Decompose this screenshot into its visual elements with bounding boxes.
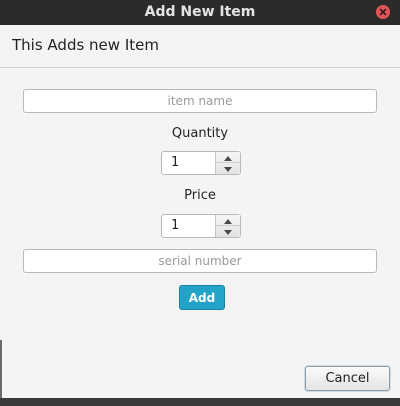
price-increment-button[interactable] xyxy=(216,215,240,226)
price-decrement-button[interactable] xyxy=(216,226,240,237)
price-input[interactable] xyxy=(162,215,216,237)
item-name-field[interactable] xyxy=(23,89,377,113)
price-spinner xyxy=(161,214,241,238)
arrow-up-icon xyxy=(224,155,232,161)
arrow-down-icon xyxy=(224,167,232,172)
quantity-spin-buttons xyxy=(215,152,240,174)
add-item-dialog: Add New Item This Adds new Item Quantity xyxy=(0,0,400,406)
add-button[interactable]: Add xyxy=(179,285,225,310)
close-button[interactable] xyxy=(376,5,390,19)
window-edge xyxy=(0,340,2,398)
serial-number-field[interactable] xyxy=(23,249,377,273)
arrow-down-icon xyxy=(224,230,232,235)
title-bar: Add New Item xyxy=(0,0,400,25)
arrow-up-icon xyxy=(224,218,232,224)
header-text: This Adds new Item xyxy=(12,36,159,54)
cancel-button[interactable]: Cancel xyxy=(305,366,390,391)
price-spin-buttons xyxy=(215,215,240,237)
background-strip xyxy=(0,398,400,406)
close-icon xyxy=(379,8,387,16)
window-title: Add New Item xyxy=(144,4,256,20)
dialog-header: This Adds new Item xyxy=(0,25,400,68)
dialog-content: Quantity Price xyxy=(0,68,400,406)
quantity-decrement-button[interactable] xyxy=(216,163,240,174)
quantity-spinner xyxy=(161,151,241,175)
quantity-label: Quantity xyxy=(171,126,229,141)
quantity-input[interactable] xyxy=(162,152,216,174)
price-label: Price xyxy=(184,188,216,203)
quantity-increment-button[interactable] xyxy=(216,152,240,163)
